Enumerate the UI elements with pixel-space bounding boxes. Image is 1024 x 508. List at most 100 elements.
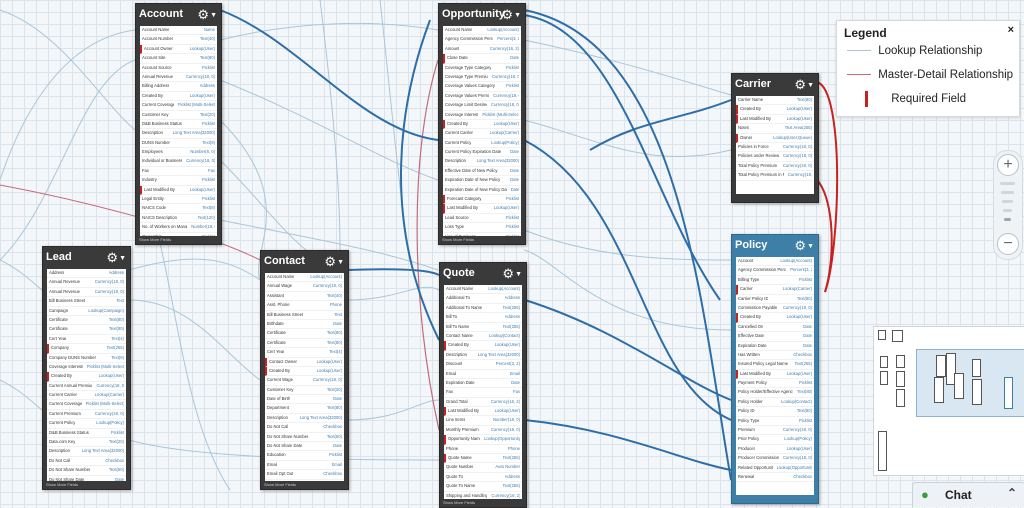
field-row[interactable]: NAICS Description Text(120) [140, 214, 217, 224]
field-row[interactable]: Created By Lookup(User) [140, 92, 217, 102]
field-row[interactable]: Industry Picklist [140, 176, 217, 186]
field-row[interactable]: Policies under Review Currency(18, 0) [736, 152, 814, 162]
field-row[interactable]: Last Modified By Lookup(User) [140, 185, 217, 196]
field-row[interactable]: Current Policy Lookup(Policy) [443, 139, 521, 149]
field-row[interactable]: Quote To Name Text(255) [444, 482, 522, 492]
field-row[interactable]: Date of Birth Date [265, 395, 344, 405]
field-row[interactable]: Policy ID Text(80) [736, 407, 814, 417]
field-row[interactable]: Bill To Address [444, 313, 522, 323]
field-row[interactable]: Data.com Key Text(20) [47, 438, 126, 448]
field-row[interactable]: Has Written Checkbox [736, 351, 814, 361]
zoom-level-indicator[interactable] [1004, 218, 1011, 221]
gear-icon[interactable]: ⚙▼ [502, 266, 522, 282]
gear-icon[interactable]: ⚙▼ [106, 250, 126, 266]
object-carrier[interactable]: Carrier ⚙▼ Carrier Name Text(80) Created B… [731, 73, 819, 203]
zoom-step[interactable] [1000, 182, 1015, 185]
zoom-in-button[interactable]: + [997, 154, 1019, 176]
field-row[interactable]: Education Picklist [265, 451, 344, 461]
field-row[interactable]: Annual Revenue Currency(18, 0) [140, 73, 217, 83]
field-row[interactable]: Quote To Address [444, 473, 522, 483]
field-row[interactable]: Account Name Name [140, 26, 217, 36]
field-row[interactable]: Last Modified By Lookup(User) [444, 407, 522, 417]
field-row[interactable]: Expiration Date of New Policy Date [443, 176, 521, 186]
field-row[interactable]: Additional To Address [444, 294, 522, 304]
field-row[interactable]: Created By Lookup(User) [444, 341, 522, 351]
field-row[interactable]: Description Long Text Area(32000) [444, 351, 522, 361]
field-row[interactable]: Current Carrier Lookup(Carrier) [47, 391, 126, 401]
field-row[interactable]: Policy Holder/Effective Agency Text(80) [736, 388, 814, 398]
field-row[interactable]: Shipping and Handling Currency(16, 2) [444, 492, 522, 499]
object-contact[interactable]: Contact ⚙▼ Account Name Lookup(Account) An… [260, 250, 349, 490]
field-row[interactable]: Coverage Type Category Picklist [443, 64, 521, 73]
show-more-link[interactable]: Show More Fields [442, 236, 474, 244]
field-row[interactable]: Department Text(80) [265, 404, 344, 414]
field-row[interactable]: Cert Year Text(4) [47, 335, 126, 345]
gear-icon[interactable]: ⚙▼ [197, 7, 217, 23]
field-row[interactable]: Contact Owner Lookup(User) [265, 357, 344, 367]
field-row[interactable]: Forecast Category Picklist [443, 195, 521, 205]
field-row[interactable]: Last Modified By Lookup(User) [736, 369, 814, 380]
field-row[interactable]: Fax Fax [140, 167, 217, 177]
field-row[interactable]: Agency Commission Percent Percent(3, 2) [736, 266, 814, 276]
field-row[interactable]: Discount Percent(3, 2) [444, 360, 522, 370]
field-row[interactable]: Expiration Date Date [444, 379, 522, 389]
chat-bar[interactable]: ● Chat ⌃ [912, 482, 1024, 507]
field-row[interactable]: Coverage Interests Picklist (Multi-Select… [47, 363, 126, 373]
gear-icon[interactable]: ⚙▼ [794, 238, 814, 254]
field-row[interactable]: Bill Business Street Text [265, 311, 344, 320]
field-row[interactable]: Do Not Share Number Text(50) [47, 466, 126, 476]
field-row[interactable]: Company DUNS Number Text(9) [47, 354, 126, 363]
field-row[interactable]: Current Coverage Picklist (Multi-Select) [140, 101, 217, 111]
field-row[interactable]: Individual or Business Currency(18, 0) [140, 157, 217, 167]
field-row[interactable]: Total Policy Premium Currency(18, 0) [736, 162, 814, 172]
field-row[interactable]: Commission Payable Currency(18, 0) [736, 304, 814, 314]
field-row[interactable]: Description Long Text Area(32000) [265, 414, 344, 424]
field-row[interactable]: Quote Number Auto Number [444, 463, 522, 473]
field-row[interactable]: Current Premium Currency(18, 0) [47, 410, 126, 420]
object-quote[interactable]: Quote ⚙▼ Account Name Lookup(Account) Addi… [439, 262, 527, 508]
chevron-up-icon[interactable]: ⌃ [1007, 486, 1017, 500]
gear-icon[interactable]: ⚙▼ [794, 77, 814, 93]
field-row[interactable]: Company Text(255) [47, 344, 126, 354]
field-row[interactable]: Legal Entity Picklist [140, 195, 217, 205]
field-row[interactable]: Agency Commission Percent Percent(3, 2) [443, 35, 521, 45]
field-row[interactable]: Opportunity Name Lookup(Opportunity) [444, 435, 522, 445]
field-row[interactable]: Current Annual Premium Currency(18, 0) [47, 382, 126, 392]
field-row[interactable]: Account Name Lookup(Account) [265, 273, 344, 283]
field-row[interactable]: Policy Type Picklist [736, 417, 814, 427]
field-row[interactable]: No. of Workers on ManagerNumber(18, 0) [140, 223, 217, 233]
show-more-link[interactable]: Show More Fields [46, 481, 78, 489]
field-row[interactable]: Created By Lookup(User) [47, 372, 126, 382]
field-row[interactable]: Effective Date Date [736, 332, 814, 342]
field-row[interactable]: Carrier Lookup(Carrier) [736, 285, 814, 295]
field-row[interactable]: Policy Holder Lookup(Contact) [736, 398, 814, 408]
field-row[interactable]: Grand Total Currency(16, 2) [444, 398, 522, 408]
field-row[interactable]: Producer Lookup(User) [736, 445, 814, 455]
field-row[interactable]: Contact Name Lookup(Contact) [444, 332, 522, 342]
field-row[interactable]: Campaign Lookup(Campaign) [47, 307, 126, 316]
field-row[interactable]: Expiration Date Date [736, 342, 814, 351]
field-row[interactable]: Account Owner Lookup(User) [140, 44, 217, 55]
field-row[interactable]: Annual Wage Currency(18, 0) [265, 282, 344, 292]
field-row[interactable]: Loss Type Picklist [443, 223, 521, 233]
field-row[interactable]: Account Site Text(80) [140, 54, 217, 64]
field-row[interactable]: Email Opt Out Checkbox [265, 470, 344, 480]
field-row[interactable]: Insured Policy Legal Name Text(255) [736, 360, 814, 370]
field-row[interactable]: NAICS Code Text(8) [140, 204, 217, 214]
field-row[interactable]: Email Email [444, 370, 522, 379]
field-row[interactable]: Customer Key Text(20) [265, 386, 344, 396]
field-row[interactable]: Last Modified By Lookup(User) [443, 204, 521, 214]
field-row[interactable]: Close Date Date [443, 54, 521, 64]
field-row[interactable]: Coverage Values Category Picklist [443, 82, 521, 92]
field-row[interactable]: Line Items Number(18, 0) [444, 416, 522, 426]
field-row[interactable]: Account Name Lookup(Account) [443, 26, 521, 36]
field-row[interactable]: Do Not Share Number Text(50) [265, 433, 344, 443]
field-row[interactable]: Created By Lookup(User) [736, 105, 814, 115]
field-row[interactable]: Expiration Date of New Policy Date Date [443, 186, 521, 196]
field-row[interactable]: Billing Address Address [140, 82, 217, 92]
field-row[interactable]: Certificate Text(80) [47, 316, 126, 326]
field-row[interactable]: Do Not Share Date Date [265, 442, 344, 452]
field-row[interactable]: Certificate Text(80) [265, 339, 344, 349]
object-lead[interactable]: Lead ⚙▼ Address Address Annual Revenue Curr… [42, 246, 131, 490]
field-row[interactable]: DUNS Number Text(9) [140, 139, 217, 149]
